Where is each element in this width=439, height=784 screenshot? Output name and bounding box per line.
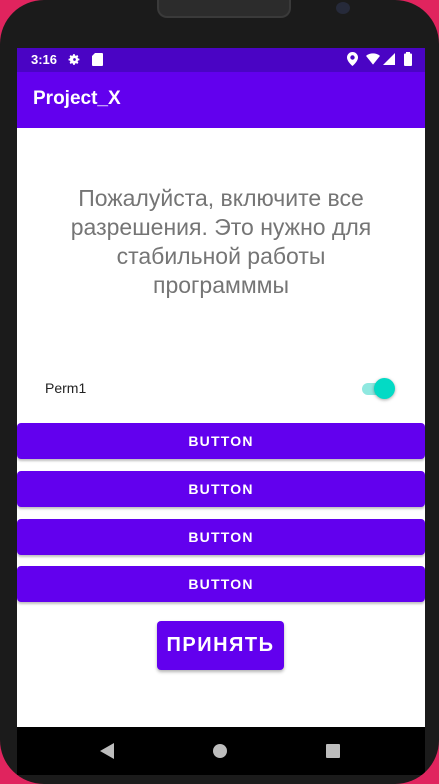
accept-button[interactable]: ПРИНЯТЬ [157,621,284,670]
button-4[interactable]: BUTTON [17,566,425,602]
button-1[interactable]: BUTTON [17,423,425,459]
button-2[interactable]: BUTTON [17,471,425,507]
status-bar: 3:16 [17,48,425,72]
sd-card-icon [90,51,104,67]
perm1-switch[interactable] [360,378,396,400]
recents-icon[interactable] [321,739,345,763]
perm1-label: Perm1 [45,380,87,396]
app-bar: Project_X [17,72,425,128]
battery-icon [401,51,415,67]
phone-frame: 3:16 Project_X Пожалуйста, включите все … [0,0,439,784]
settings-icon [67,51,81,67]
switch-thumb [374,378,395,399]
status-time: 3:16 [31,52,58,67]
location-icon [345,51,359,67]
home-icon[interactable] [208,739,232,763]
navigation-bar [17,727,425,775]
app-title: Project_X [33,88,121,109]
wifi-icon [366,51,380,67]
button-3[interactable]: BUTTON [17,519,425,555]
screen: 3:16 Project_X Пожалуйста, включите все … [17,48,425,727]
signal-icon [382,51,396,67]
permission-message: Пожалуйста, включите все разрешения. Это… [70,185,372,298]
speaker-grille [157,0,291,18]
back-icon[interactable] [95,739,119,763]
front-camera [336,2,350,14]
